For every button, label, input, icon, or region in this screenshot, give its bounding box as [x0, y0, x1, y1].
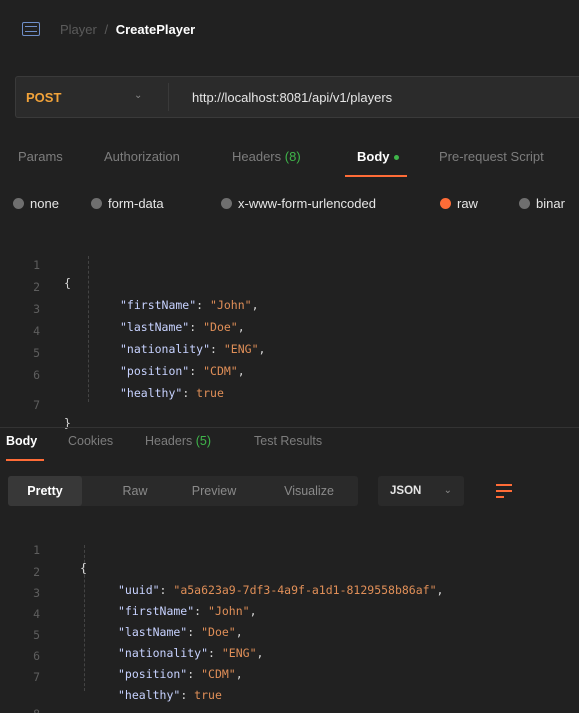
code-line: 6 "position": "CDM", [0, 629, 579, 681]
wrap-icon-line [496, 484, 512, 486]
format-select-value: JSON [390, 485, 422, 497]
request-header: Player / CreatePlayer [0, 0, 579, 60]
code-line: 4 "nationality": "ENG", [0, 304, 579, 356]
code-line: 7 } [0, 378, 579, 430]
code-line: 1 { [0, 238, 579, 290]
breadcrumb: Player / CreatePlayer [60, 22, 195, 37]
radio-binary[interactable]: binar [519, 196, 565, 211]
view-raw-button[interactable]: Raw [108, 476, 162, 506]
json-key: "position" [118, 667, 188, 681]
code-line: 1 { [0, 523, 579, 575]
response-headers-count: (5) [195, 434, 212, 448]
radio-form-data[interactable]: form-data [91, 196, 164, 211]
radio-dot [519, 198, 530, 209]
tab-headers[interactable]: Headers (8) [232, 149, 301, 164]
radio-dot [91, 198, 102, 209]
request-name[interactable]: CreatePlayer [116, 22, 196, 37]
radio-form-data-label: form-data [108, 196, 164, 211]
view-pretty-button[interactable]: Pretty [8, 476, 82, 506]
url-divider [168, 83, 169, 111]
response-toolbar: Pretty Raw Preview Visualize JSON ⌄ [0, 471, 579, 509]
url-input[interactable]: http://localhost:8081/api/v1/players [192, 90, 392, 105]
tab-cookies[interactable]: Cookies [68, 434, 113, 448]
breadcrumb-collection[interactable]: Player [60, 22, 97, 37]
active-response-tab-underline [6, 459, 44, 461]
tab-body[interactable]: Body [357, 149, 399, 164]
body-indicator-dot [393, 155, 399, 161]
code-line: 7 "healthy": true [0, 650, 579, 702]
tab-body-label: Body [357, 149, 390, 164]
http-request-icon [22, 22, 40, 36]
code-line: 5 "position": "CDM", [0, 326, 579, 378]
view-preview-button[interactable]: Preview [176, 476, 252, 506]
json-value: "CDM" [203, 364, 238, 378]
radio-dot-selected [440, 198, 451, 209]
json-value: "CDM" [201, 667, 236, 681]
radio-none[interactable]: none [13, 196, 59, 211]
code-line: 4 "lastName": "Doe", [0, 587, 579, 639]
format-select[interactable]: JSON ⌄ [378, 476, 464, 506]
active-tab-underline [345, 175, 407, 177]
http-method-select[interactable]: POST [26, 90, 61, 105]
tab-headers-label: Headers [232, 149, 282, 164]
radio-binary-label: binar [536, 196, 565, 211]
breadcrumb-separator: / [104, 22, 109, 37]
headers-count: (8) [284, 149, 301, 164]
radio-dot [221, 198, 232, 209]
response-body-viewer[interactable]: 1 { 2 "uuid": "a5a623a9-7df3-4a9f-a1d1-8… [0, 521, 579, 713]
json-comma: , [237, 364, 245, 378]
json-comma: , [235, 667, 243, 681]
tab-response-headers[interactable]: Headers (5) [145, 434, 211, 448]
tab-response-headers-label: Headers [145, 434, 193, 448]
code-line: 2 "firstName": "John", [0, 260, 579, 312]
code-line: 2 "uuid": "a5a623a9-7df3-4a9f-a1d1-81295… [0, 545, 579, 597]
code-line: 8 } [0, 687, 579, 713]
request-tabs: Params Authorization Headers (8) Body Pr… [0, 145, 579, 181]
radio-dot [13, 198, 24, 209]
tab-test-results[interactable]: Test Results [254, 434, 322, 448]
tab-response-body[interactable]: Body [6, 434, 37, 448]
response-tabs: Body Cookies Headers (5) Test Results [0, 427, 579, 463]
tab-authorization[interactable]: Authorization [104, 149, 180, 164]
wrap-lines-icon[interactable] [494, 481, 514, 501]
url-bar: POST ⌄ http://localhost:8081/api/v1/play… [15, 76, 579, 118]
code-line: 3 "firstName": "John", [0, 566, 579, 618]
json-key: "position" [120, 364, 190, 378]
line-number: 7 [33, 670, 40, 684]
code-line: 6 "healthy": true [0, 348, 579, 400]
request-body-editor[interactable]: 1 { 2 "firstName": "John", 3 "lastName":… [0, 234, 579, 430]
radio-urlencoded[interactable]: x-www-form-urlencoded [221, 196, 376, 211]
wrap-icon-line [496, 496, 504, 498]
radio-none-label: none [30, 196, 59, 211]
tab-params[interactable]: Params [18, 149, 63, 164]
radio-raw[interactable]: raw [440, 196, 478, 211]
code-line: 5 "nationality": "ENG", [0, 608, 579, 660]
chevron-down-icon[interactable]: ⌄ [134, 90, 142, 101]
chevron-down-icon: ⌄ [443, 485, 452, 496]
view-mode-segmented-control: Pretty Raw Preview Visualize [8, 476, 358, 506]
tab-pre-request-script[interactable]: Pre-request Script [439, 149, 544, 164]
radio-raw-label: raw [457, 196, 478, 211]
code-line: 3 "lastName": "Doe", [0, 282, 579, 334]
wrap-icon-line [496, 490, 512, 492]
line-number: 7 [33, 398, 40, 412]
view-visualize-button[interactable]: Visualize [268, 476, 350, 506]
body-mode-options: none form-data x-www-form-urlencoded raw… [0, 192, 579, 216]
line-number: 8 [0, 705, 40, 713]
radio-urlencoded-label: x-www-form-urlencoded [238, 196, 376, 211]
